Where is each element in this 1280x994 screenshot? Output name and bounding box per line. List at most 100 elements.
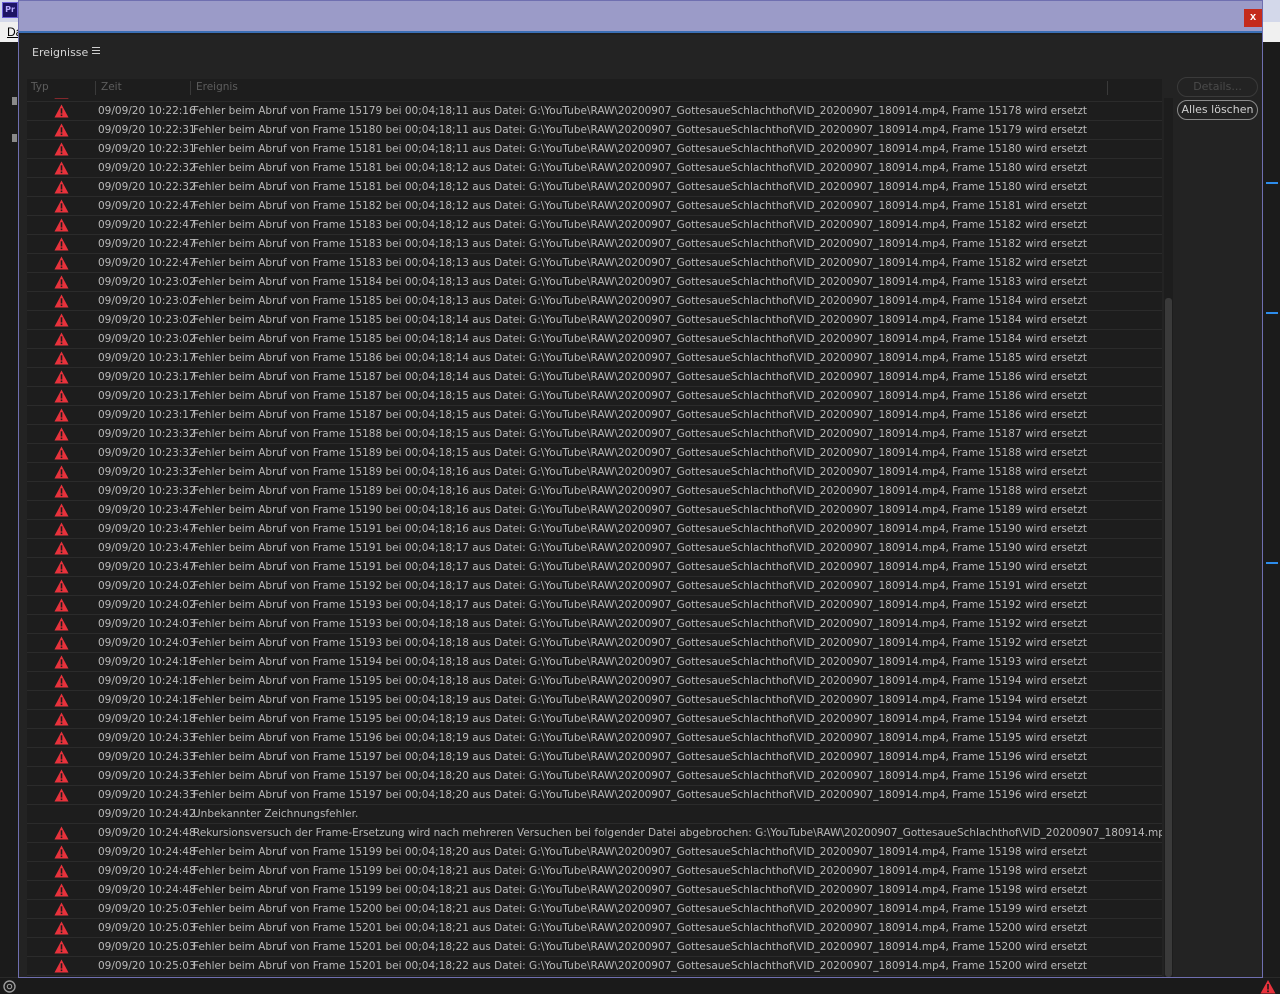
event-row[interactable]: 09/09/20 10:24:03 Fehler beim Abruf von F… [27,615,1162,634]
event-row[interactable]: 09/09/20 10:24:33 Fehler beim Abruf von F… [27,767,1162,786]
event-message: Rekursionsversuch der Frame-Ersetzung wi… [193,827,1162,839]
event-row[interactable]: 09/09/20 10:23:32 Fehler beim Abruf von F… [27,463,1162,482]
event-row[interactable]: 09/09/20 10:22:16Fehler beim Abruf von F… [27,102,1162,121]
event-row[interactable]: 09/09/20 10:24:03 Fehler beim Abruf von F… [27,634,1162,653]
event-row[interactable]: 09/09/20 10:24:33 Fehler beim Abruf von F… [27,786,1162,805]
warning-icon [54,123,69,137]
warning-icon [54,199,69,213]
event-row[interactable]: 09/09/20 10:24:48 Fehler beim Abruf von F… [27,881,1162,900]
event-row[interactable]: 09/09/20 10:23:02 Fehler beim Abruf von F… [27,330,1162,349]
event-time: 09/09/20 10:25:03 [98,941,196,953]
event-message: Fehler beim Abruf von Frame 15201 bei 00… [193,922,1088,934]
warning-icon [54,921,69,935]
event-row[interactable]: 09/09/20 10:23:17 Fehler beim Abruf von F… [27,349,1162,368]
event-row[interactable]: 09/09/20 10:23:32 Fehler beim Abruf von F… [27,444,1162,463]
event-row[interactable]: 09/09/20 10:22:32 Fehler beim Abruf von F… [27,178,1162,197]
event-row[interactable]: 09/09/20 10:23:32 Fehler beim Abruf von F… [27,425,1162,444]
column-header-type[interactable]: Typ [31,81,49,93]
event-message: Fehler beim Abruf von Frame 15188 bei 00… [193,428,1088,440]
panel-header: Ereignisse [19,35,1262,71]
warning-icon [54,712,69,726]
panel-title[interactable]: Ereignisse [32,46,88,59]
dialog-title-bar[interactable]: x [19,1,1262,33]
event-row[interactable]: 09/09/20 10:25:03 Fehler beim Abruf von F… [27,919,1162,938]
details-button[interactable]: Details... [1177,77,1258,97]
event-message: Fehler beim Abruf von Frame 15200 bei 00… [193,903,1088,915]
event-time: 09/09/20 10:24:48 [98,865,196,877]
event-message: Fehler beim Abruf von Frame 15184 bei 00… [193,276,1088,288]
event-row[interactable]: 09/09/20 10:22:47 Fehler beim Abruf von F… [27,235,1162,254]
warning-icon [54,332,69,346]
event-message: Fehler beim Abruf von Frame 15194 bei 00… [193,656,1088,668]
event-row[interactable]: 09/09/20 10:23:17 Fehler beim Abruf von F… [27,387,1162,406]
event-row[interactable]: 09/09/20 10:22:32 Fehler beim Abruf von F… [27,159,1162,178]
event-message: Fehler beim Abruf von Frame 15191 bei 00… [193,561,1088,573]
column-header-time[interactable]: Zeit [101,81,122,93]
events-list[interactable]: Typ Zeit Ereignis 09/09/20 10:22:16 Fehle… [27,79,1162,977]
event-row[interactable]: 09/09/20 10:24:48 Rekursionsversuch der F… [27,824,1162,843]
event-row[interactable]: 09/09/20 10:22:47 Fehler beim Abruf von F… [27,216,1162,235]
event-message: Fehler beim Abruf von Frame 15193 bei 00… [193,618,1088,630]
event-row[interactable]: 09/09/20 10:24:48 Fehler beim Abruf von F… [27,862,1162,881]
panel-menu-icon[interactable] [92,47,101,55]
event-time: 09/09/20 10:22:47 [98,238,196,250]
event-row[interactable]: 09/09/20 10:25:03 Fehler beim Abruf von F… [27,957,1162,976]
clear-all-button[interactable]: Alles löschen [1177,100,1258,120]
scrollbar-thumb[interactable] [1165,298,1172,977]
event-message: Fehler beim Abruf von Frame 15187 bei 00… [193,371,1088,383]
event-row[interactable]: 09/09/20 10:23:17 Fehler beim Abruf von F… [27,368,1162,387]
event-row[interactable]: 09/09/20 10:24:48 Fehler beim Abruf von F… [27,843,1162,862]
events-panel: Ereignisse Typ Zeit Ereignis 09/09/20 10… [19,35,1262,977]
event-row[interactable]: 09/09/20 10:23:47 Fehler beim Abruf von F… [27,558,1162,577]
event-time: 09/09/20 10:22:31 [98,124,196,136]
event-row[interactable]: 09/09/20 10:25:03 Fehler beim Abruf von F… [27,938,1162,957]
event-time: 09/09/20 10:22:32 [98,181,196,193]
event-time: 09/09/20 10:24:02 [98,580,196,592]
warning-icon [54,674,69,688]
warning-icon [54,883,69,897]
column-header-event[interactable]: Ereignis [196,81,238,93]
event-row[interactable]: 09/09/20 10:24:33 Fehler beim Abruf von F… [27,729,1162,748]
warning-icon [54,161,69,175]
close-button[interactable]: x [1244,9,1262,27]
event-row[interactable]: 09/09/20 10:23:47 Fehler beim Abruf von F… [27,539,1162,558]
event-row[interactable]: 09/09/20 10:24:42 Unbekannter Zeichnungsf… [27,805,1162,824]
event-row[interactable]: 09/09/20 10:23:02 Fehler beim Abruf von F… [27,311,1162,330]
event-time: 09/09/20 10:23:47 [98,542,196,554]
event-row[interactable]: 09/09/20 10:24:33 Fehler beim Abruf von F… [27,748,1162,767]
event-row[interactable]: 09/09/20 10:24:18 Fehler beim Abruf von F… [27,691,1162,710]
warning-icon[interactable] [1260,979,1276,994]
event-row[interactable]: 09/09/20 10:23:17 Fehler beim Abruf von F… [27,406,1162,425]
event-message: Fehler beim Abruf von Frame 15197 bei 00… [193,789,1088,801]
warning-icon [54,864,69,878]
event-row[interactable]: 09/09/20 10:23:47 Fehler beim Abruf von F… [27,520,1162,539]
event-row[interactable]: 09/09/20 10:22:47 Fehler beim Abruf von F… [27,197,1162,216]
event-row[interactable]: 09/09/20 10:23:02 Fehler beim Abruf von F… [27,292,1162,311]
event-row[interactable]: 09/09/20 10:22:47 Fehler beim Abruf von F… [27,254,1162,273]
event-row[interactable]: 09/09/20 10:24:18 Fehler beim Abruf von F… [27,672,1162,691]
event-row[interactable]: 09/09/20 10:22:31 Fehler beim Abruf von F… [27,140,1162,159]
event-time: 09/09/20 10:24:33 [98,789,196,801]
event-time: 09/09/20 10:25:03 [98,903,196,915]
warning-icon [54,104,69,118]
event-time: 09/09/20 10:24:48 [98,884,196,896]
event-row[interactable]: 09/09/20 10:22:31 Fehler beim Abruf von F… [27,121,1162,140]
event-message: Fehler beim Abruf von Frame 15182 bei 00… [193,200,1088,212]
vertical-scrollbar[interactable] [1164,98,1173,977]
warning-icon [54,408,69,422]
warning-icon [54,940,69,954]
event-row[interactable]: 09/09/20 10:23:02 Fehler beim Abruf von F… [27,273,1162,292]
creative-cloud-icon[interactable] [3,980,16,993]
event-row[interactable]: 09/09/20 10:25:03 Fehler beim Abruf von F… [27,900,1162,919]
event-row[interactable]: 09/09/20 10:24:18 Fehler beim Abruf von F… [27,710,1162,729]
event-row[interactable]: 09/09/20 10:24:02 Fehler beim Abruf von F… [27,577,1162,596]
event-row[interactable]: 09/09/20 10:23:47 Fehler beim Abruf von F… [27,501,1162,520]
event-row[interactable]: 09/09/20 10:23:32 Fehler beim Abruf von F… [27,482,1162,501]
event-row[interactable]: 09/09/20 10:24:18 Fehler beim Abruf von F… [27,653,1162,672]
event-time: 09/09/20 10:24:48 [98,846,196,858]
warning-icon [54,522,69,536]
event-row[interactable]: 09/09/20 10:24:02 Fehler beim Abruf von F… [27,596,1162,615]
event-time: 09/09/20 10:24:03 [98,618,196,630]
warning-icon [54,484,69,498]
warning-icon [54,959,69,973]
